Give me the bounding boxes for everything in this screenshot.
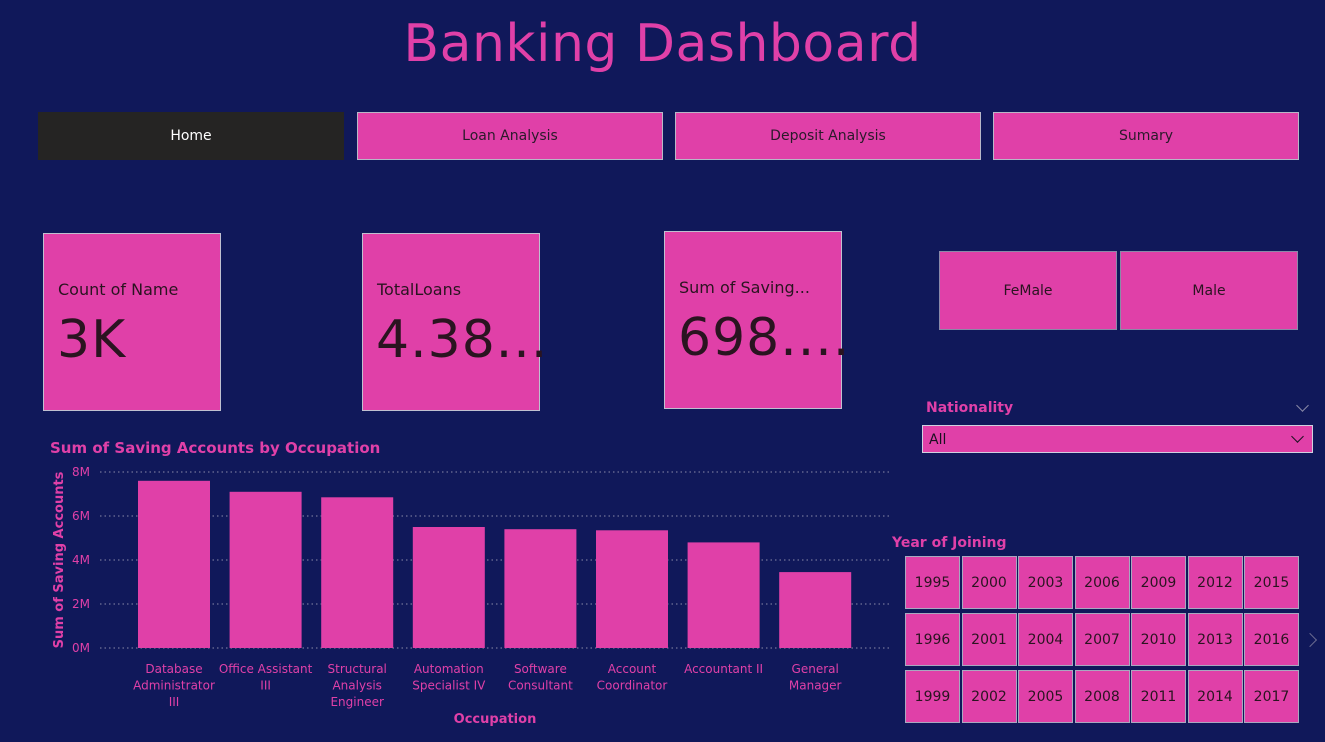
y-tick-label: 4M	[72, 553, 90, 567]
tab-deposit-analysis[interactable]: Deposit Analysis	[675, 112, 981, 160]
year-button-2012[interactable]: 2012	[1187, 556, 1243, 609]
chart-x-axis-label: Occupation	[454, 712, 537, 727]
x-tick-label: Automation Specialist IV	[412, 662, 486, 693]
nationality-dropdown[interactable]: All	[922, 425, 1313, 453]
gender-male-button[interactable]: Male	[1120, 251, 1298, 330]
y-tick-label: 8M	[72, 465, 90, 479]
year-button-2016[interactable]: 2016	[1244, 613, 1299, 666]
year-slicer-title: Year of Joining	[892, 535, 1007, 551]
tab-deposit-analysis-label: Deposit Analysis	[770, 128, 886, 144]
year-button-2010[interactable]: 2010	[1131, 613, 1186, 666]
kpi-label: Count of Name	[58, 280, 179, 299]
bar[interactable]	[321, 497, 394, 648]
kpi-card-sum-of-saving: Sum of Saving... 698....	[664, 231, 849, 409]
year-button-1996[interactable]: 1996	[905, 613, 960, 666]
chart-title: Sum of Saving Accounts by Occupation	[50, 439, 380, 457]
nationality-selected-value: All	[929, 432, 947, 448]
x-tick-label: Accountant II	[684, 662, 763, 676]
gender-male-label: Male	[1192, 282, 1226, 299]
tab-summary-label: Sumary	[1118, 128, 1174, 144]
dashboard-title: Banking Dashboard	[403, 14, 922, 74]
kpi-card-count-of-name: Count of Name 3K	[43, 233, 221, 411]
year-button-2009[interactable]: 2009	[1131, 556, 1186, 609]
chevron-down-icon	[1291, 430, 1304, 443]
year-button-2013[interactable]: 2013	[1187, 613, 1243, 666]
kpi-label: Sum of Saving...	[679, 278, 810, 297]
y-tick-label: 6M	[72, 509, 90, 523]
year-slicer-grid: 1995 2000 2003 2006 2009 2012 2015 1996 2001 2004…	[905, 556, 1299, 723]
year-button-2003[interactable]: 2003	[1018, 556, 1073, 609]
chevron-right-icon[interactable]	[1302, 632, 1318, 648]
x-tick-label: Software Consultant	[508, 662, 573, 693]
year-button-1995[interactable]: 1995	[905, 556, 960, 609]
gender-female-label: FeMale	[1003, 282, 1053, 299]
x-tick-label: Office Assistant III	[219, 662, 313, 693]
bar[interactable]	[138, 480, 210, 648]
y-tick-label: 0M	[72, 641, 90, 655]
x-tick-label: Database Administrator III	[133, 662, 215, 709]
year-button-2006[interactable]: 2006	[1074, 556, 1130, 609]
gender-female-button[interactable]: FeMale	[939, 251, 1117, 330]
chart-y-axis-label: Sum of Saving Accounts	[52, 471, 67, 648]
bar[interactable]	[229, 491, 302, 648]
saving-accounts-bar-chart: Sum of Saving Accounts by Occupation Sum…	[50, 439, 890, 727]
nationality-slicer-title: Nationality	[926, 400, 1014, 416]
tab-loan-analysis[interactable]: Loan Analysis	[357, 112, 663, 160]
chevron-down-icon[interactable]	[1296, 399, 1309, 412]
year-button-2011[interactable]: 2011	[1131, 670, 1186, 723]
y-tick-label: 2M	[72, 597, 90, 611]
bar[interactable]	[596, 530, 668, 648]
year-button-2005[interactable]: 2005	[1018, 670, 1073, 723]
kpi-value: 4.38...	[376, 310, 549, 370]
year-button-2000[interactable]: 2000	[961, 556, 1017, 609]
bar[interactable]	[412, 527, 485, 648]
year-button-2007[interactable]: 2007	[1074, 613, 1130, 666]
year-button-2004[interactable]: 2004	[1018, 613, 1073, 666]
kpi-card-total-loans: TotalLoans 4.38...	[362, 233, 547, 411]
year-button-2001[interactable]: 2001	[961, 613, 1017, 666]
year-button-2015[interactable]: 2015	[1244, 556, 1299, 609]
kpi-value: 698....	[678, 308, 851, 368]
year-button-2017[interactable]: 2017	[1244, 670, 1299, 723]
kpi-value: 3K	[57, 310, 127, 370]
x-tick-label: Structural Analysis Engineer	[328, 662, 387, 709]
tab-home-label: Home	[170, 128, 212, 144]
tab-summary[interactable]: Sumary	[993, 112, 1299, 160]
bar[interactable]	[687, 542, 760, 648]
year-button-2002[interactable]: 2002	[961, 670, 1017, 723]
year-button-2008[interactable]: 2008	[1074, 670, 1130, 723]
tab-home[interactable]: Home	[38, 112, 344, 160]
year-button-1999[interactable]: 1999	[905, 670, 960, 723]
bar[interactable]	[504, 529, 577, 648]
tab-loan-analysis-label: Loan Analysis	[462, 128, 558, 144]
x-tick-label: Account Coordinator	[597, 662, 668, 693]
kpi-label: TotalLoans	[377, 280, 462, 299]
x-tick-label: General Manager	[789, 662, 842, 693]
year-button-2014[interactable]: 2014	[1187, 670, 1243, 723]
bar[interactable]	[779, 572, 852, 648]
